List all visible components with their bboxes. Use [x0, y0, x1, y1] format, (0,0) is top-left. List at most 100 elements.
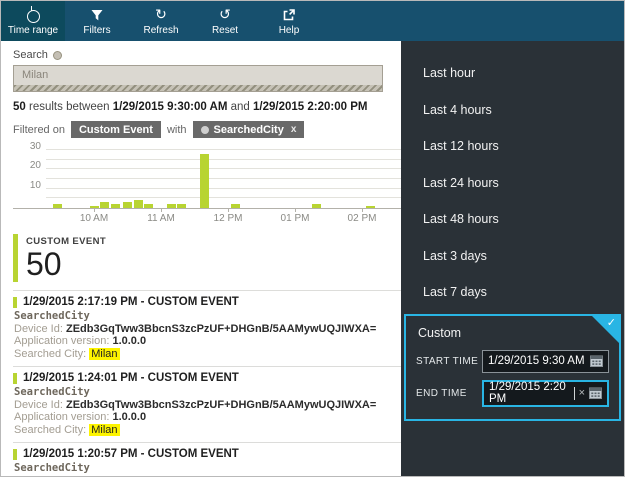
event-item[interactable]: 1/29/2015 1:24:01 PM - CUSTOM EVENT Sear… — [13, 367, 413, 443]
event-title: 1/29/2015 2:17:19 PM - CUSTOM EVENT — [23, 296, 239, 308]
end-time-input[interactable]: 1/29/2015 2:20 PM × — [482, 379, 609, 407]
property-dot-icon — [200, 125, 209, 134]
reset-button[interactable]: ↺ Reset — [193, 1, 257, 41]
filtered-on-label: Filtered on — [13, 123, 65, 136]
chart-bar[interactable] — [144, 204, 154, 208]
searched-city-value: Milan — [89, 348, 120, 360]
with-label: with — [166, 123, 187, 136]
chart-bar[interactable] — [99, 202, 109, 208]
diagnostic-search-window: Time range Filters ↻ Refresh ↺ Reset Hel… — [0, 0, 625, 477]
time-option-last-7-days[interactable]: Last 7 days — [401, 274, 624, 311]
results-summary: 50 results between 1/29/2015 9:30:00 AM … — [13, 101, 368, 113]
calendar-icon[interactable] — [589, 387, 602, 399]
device-id-value: ZEdb3GqTww3BbcnS3zcPzUF+DHGnB/5AAMywUQJI… — [65, 323, 377, 335]
clock-icon — [26, 6, 40, 23]
x-axis-label: 01 PM — [280, 213, 310, 224]
custom-option-label[interactable]: Custom — [418, 326, 609, 340]
results-end-time: 1/29/2015 2:20:00 PM — [253, 101, 368, 113]
app-version-value: 1.0.0.0 — [112, 411, 147, 423]
chart-bar[interactable] — [166, 204, 176, 208]
clear-icon[interactable]: × — [575, 387, 589, 399]
time-option-last-4-hours[interactable]: Last 4 hours — [401, 92, 624, 129]
search-label: Search — [13, 49, 48, 61]
chart-bar[interactable] — [134, 200, 144, 208]
gridline — [46, 177, 405, 179]
time-option-last-3-days[interactable]: Last 3 days — [401, 238, 624, 275]
chart-plot: 10 20 30 10 AM 11 AM 12 PM 01 PM 02 PM — [13, 141, 405, 224]
funnel-icon — [90, 7, 104, 23]
refresh-button[interactable]: ↻ Refresh — [129, 1, 193, 41]
event-item[interactable]: 1/29/2015 2:17:19 PM - CUSTOM EVENT Sear… — [13, 291, 413, 367]
custom-event-kpi-tile[interactable]: CUSTOM EVENT 50 — [13, 234, 146, 282]
refresh-icon: ↻ — [155, 6, 167, 23]
filter-bar: Filtered on Custom Event with SearchedCi… — [13, 121, 413, 138]
help-button[interactable]: Help — [257, 1, 321, 41]
searched-city-label: Searched City: — [14, 348, 87, 360]
x-axis-tick — [295, 208, 296, 212]
y-axis-label: 20 — [29, 160, 41, 172]
event-title: 1/29/2015 1:20:57 PM - CUSTOM EVENT — [23, 448, 239, 460]
x-axis-tick — [362, 208, 363, 212]
gridline — [46, 158, 405, 160]
results-start-time: 1/29/2015 9:30:00 AM — [112, 101, 228, 113]
time-option-last-24-hours[interactable]: Last 24 hours — [401, 165, 624, 202]
device-id-label: Device Id: — [14, 475, 63, 476]
time-option-last-12-hours[interactable]: Last 12 hours — [401, 128, 624, 165]
x-axis-tick — [228, 208, 229, 212]
command-bar: Time range Filters ↻ Refresh ↺ Reset Hel… — [1, 1, 624, 41]
x-axis-label: 10 AM — [79, 213, 109, 224]
info-icon[interactable] — [52, 50, 62, 60]
event-accent-bar — [13, 372, 17, 384]
time-option-last-hour[interactable]: Last hour — [401, 55, 624, 92]
calendar-icon[interactable] — [590, 355, 603, 367]
searched-city-value: Milan — [89, 424, 120, 436]
device-id-value: ZEdb3GqTww3BbcnS3zcPzUF+DHGnB/5AAMywUQJI… — [65, 399, 377, 411]
y-axis-label: 30 — [29, 140, 41, 152]
end-time-value: 1/29/2015 2:20 PM — [489, 381, 566, 405]
x-axis-label: 02 PM — [347, 213, 377, 224]
event-type-filter-chip[interactable]: Custom Event — [70, 121, 161, 138]
kpi-value: 50 — [26, 246, 62, 282]
check-icon: ✓ — [606, 315, 616, 329]
time-range-button[interactable]: Time range — [1, 1, 65, 41]
app-version-label: Application version: — [14, 411, 110, 423]
search-input-value: Milan — [22, 69, 49, 81]
filters-button[interactable]: Filters — [65, 1, 129, 41]
device-id-label: Device Id: — [14, 399, 63, 411]
filters-button-label: Filters — [83, 24, 111, 36]
device-id-value: h66m/ENvcYPsrb2ABwf4BMpPdrQsKi8jM3yvf3go… — [66, 475, 351, 476]
chart-bar[interactable] — [200, 153, 210, 208]
custom-time-range-box[interactable]: ✓ Custom START TIME 1/29/2015 9:30 AM EN… — [404, 313, 621, 421]
time-range-panel: Last hour Last 4 hours Last 12 hours Las… — [401, 41, 624, 476]
chart-bar[interactable] — [231, 204, 241, 208]
event-name: SearchedCity — [14, 462, 90, 474]
refresh-button-label: Refresh — [143, 24, 179, 36]
event-item[interactable]: 1/29/2015 1:20:57 PM - CUSTOM EVENT Sear… — [13, 443, 413, 476]
chart-bar[interactable] — [176, 204, 186, 208]
event-timeline-chart: 10 20 30 10 AM 11 AM 12 PM 01 PM 02 PM — [13, 141, 413, 228]
gridline — [46, 148, 405, 150]
time-option-last-48-hours[interactable]: Last 48 hours — [401, 201, 624, 238]
chart-bar[interactable] — [366, 206, 376, 208]
chart-bar[interactable] — [311, 204, 321, 208]
chart-bar[interactable] — [52, 204, 62, 208]
chart-bar[interactable] — [123, 202, 132, 208]
start-time-value: 1/29/2015 9:30 AM — [488, 355, 585, 367]
gridline — [46, 187, 405, 189]
x-axis-label: 12 PM — [213, 213, 243, 224]
event-accent-bar — [13, 296, 17, 308]
start-time-input[interactable]: 1/29/2015 9:30 AM — [482, 349, 609, 373]
results-count: 50 — [13, 101, 26, 113]
end-time-label: END TIME — [416, 387, 467, 399]
x-axis-tick — [94, 208, 95, 212]
app-version-value: 1.0.0.0 — [112, 335, 147, 347]
event-name: SearchedCity — [14, 386, 90, 398]
chart-bar[interactable] — [110, 204, 120, 208]
x-axis-label: 11 AM — [147, 213, 175, 224]
app-version-label: Application version: — [14, 335, 110, 347]
event-name: SearchedCity — [14, 310, 90, 322]
property-filter-chip[interactable]: SearchedCity x — [192, 121, 305, 138]
gridline — [46, 168, 405, 170]
search-input[interactable]: Milan — [13, 65, 383, 92]
remove-filter-icon[interactable]: x — [291, 124, 297, 135]
